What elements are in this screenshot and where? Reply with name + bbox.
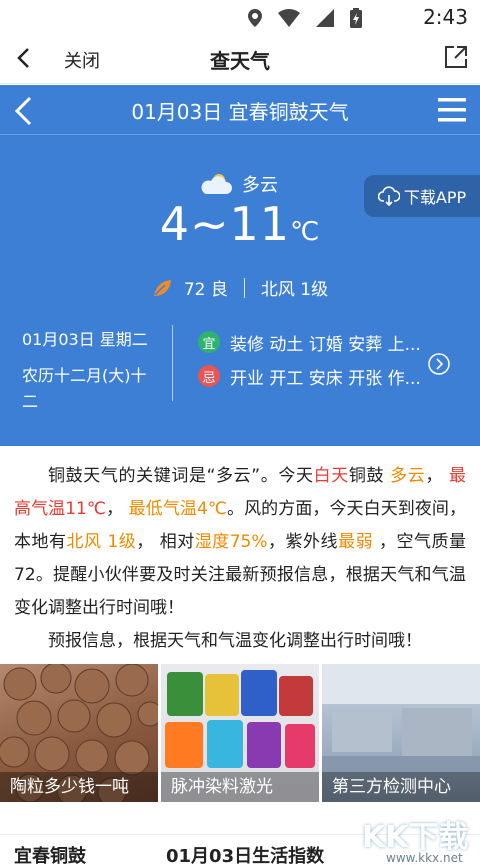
ad-card[interactable]: 陶粒多少钱一吨 (0, 664, 158, 802)
download-app-button[interactable]: 下载APP (364, 175, 480, 217)
ji-row: 忌 开业 开工 安床 开张 作... (198, 362, 430, 390)
download-app-label: 下载APP (403, 188, 467, 207)
ad-caption: 陶粒多少钱一吨 (0, 772, 158, 802)
highlight-humidity: 湿度75% (194, 532, 268, 552)
ad-strip: 陶粒多少钱一吨 脉冲染料激光 第三方检测中心 (0, 664, 480, 802)
status-bar: 2:43 (0, 0, 480, 34)
yi-row: 宜 装修 动土 订婚 安葬 上... (198, 328, 430, 356)
ad-caption: 第三方检测中心 (322, 772, 480, 802)
tab-life-index[interactable]: 01月03日生活指数 (166, 842, 324, 867)
cloudy-icon (201, 174, 232, 194)
signal-icon (316, 9, 334, 27)
wind-value: 北风 1级 (260, 280, 329, 300)
app-nav-bar: 关闭 查天气 (0, 34, 480, 84)
location-icon (248, 9, 262, 27)
tab-location[interactable]: 宜春铜鼓 (14, 842, 86, 867)
ji-badge: 忌 (198, 365, 220, 387)
weather-panel: 01月03日 宜春铜鼓天气 多云 4~11℃ 下载APP 72 良 北风 1级 … (0, 85, 480, 446)
article-paragraph-2: 预报信息，根据天气和气温变化调整出行时间哦！ (48, 631, 422, 651)
highlight-daytime: 白天 (313, 466, 349, 486)
article-paragraph-1: 铜鼓天气的关键词是“多云”。今天白天铜鼓 多云， 最高气温11℃， 最低气温4℃… (14, 460, 466, 625)
highlight-uv: 最弱 (338, 532, 374, 552)
highlight-condition: 多云 (390, 466, 426, 486)
highlight-low-temp: 最低气温4℃ (128, 499, 228, 519)
date-divider (172, 325, 173, 401)
article-text: 铜鼓 (348, 466, 391, 486)
weather-condition: 多云 (198, 171, 278, 197)
watermark-url: www.kkx.net (386, 851, 463, 865)
aqi-divider (243, 277, 245, 298)
almanac-info[interactable]: 宜 装修 动土 订婚 安葬 上... 忌 开业 开工 安床 开张 作... (198, 328, 430, 396)
highlight-wind: 北风 1级 (66, 532, 137, 552)
aqi-wind-row: 72 良 北风 1级 (0, 275, 480, 300)
cloud-download-icon (377, 186, 400, 206)
weather-article: 铜鼓天气的关键词是“多云”。今天白天铜鼓 多云， 最高气温11℃， 最低气温4℃… (14, 460, 466, 658)
date-info: 01月03日 星期二 农历十二月(大)十二 (22, 327, 162, 415)
wifi-icon (278, 9, 300, 27)
condition-label: 多云 (242, 175, 278, 196)
yi-text: 装修 动土 订婚 安葬 上... (230, 334, 421, 355)
leaf-icon (153, 279, 171, 296)
ad-card[interactable]: 第三方检测中心 (322, 664, 480, 802)
weather-header: 01月03日 宜春铜鼓天气 (0, 85, 480, 135)
status-icons (248, 8, 362, 28)
article-text: ，紫外线 (267, 532, 339, 552)
temperature-value: 4~11 (159, 197, 291, 251)
chevron-right-icon[interactable] (428, 353, 450, 375)
status-time: 2:43 (423, 5, 468, 29)
article-text: ， 相对 (136, 532, 195, 552)
weather-title: 01月03日 宜春铜鼓天气 (131, 100, 349, 124)
lunar-date: 农历十二月(大)十二 (22, 366, 147, 411)
aqi-value: 72 良 (183, 280, 228, 300)
battery-icon (350, 8, 362, 28)
yi-badge: 宜 (198, 331, 220, 353)
temperature-unit: ℃ (290, 217, 321, 247)
share-icon[interactable] (444, 45, 468, 69)
article-text: ， (106, 499, 129, 519)
watermark-logo: KK下载 (362, 820, 469, 855)
menu-icon[interactable] (438, 97, 466, 123)
ji-text: 开业 开工 安床 开张 作... (230, 368, 421, 389)
ad-caption: 脉冲染料激光 (161, 772, 319, 802)
article-text: ， (425, 466, 450, 486)
page-title: 查天气 (210, 49, 270, 73)
article-text: 铜鼓天气的关键词是“多云”。今天 (48, 466, 314, 486)
ad-card[interactable]: 脉冲染料激光 (161, 664, 319, 802)
solar-date: 01月03日 星期二 (22, 330, 148, 349)
